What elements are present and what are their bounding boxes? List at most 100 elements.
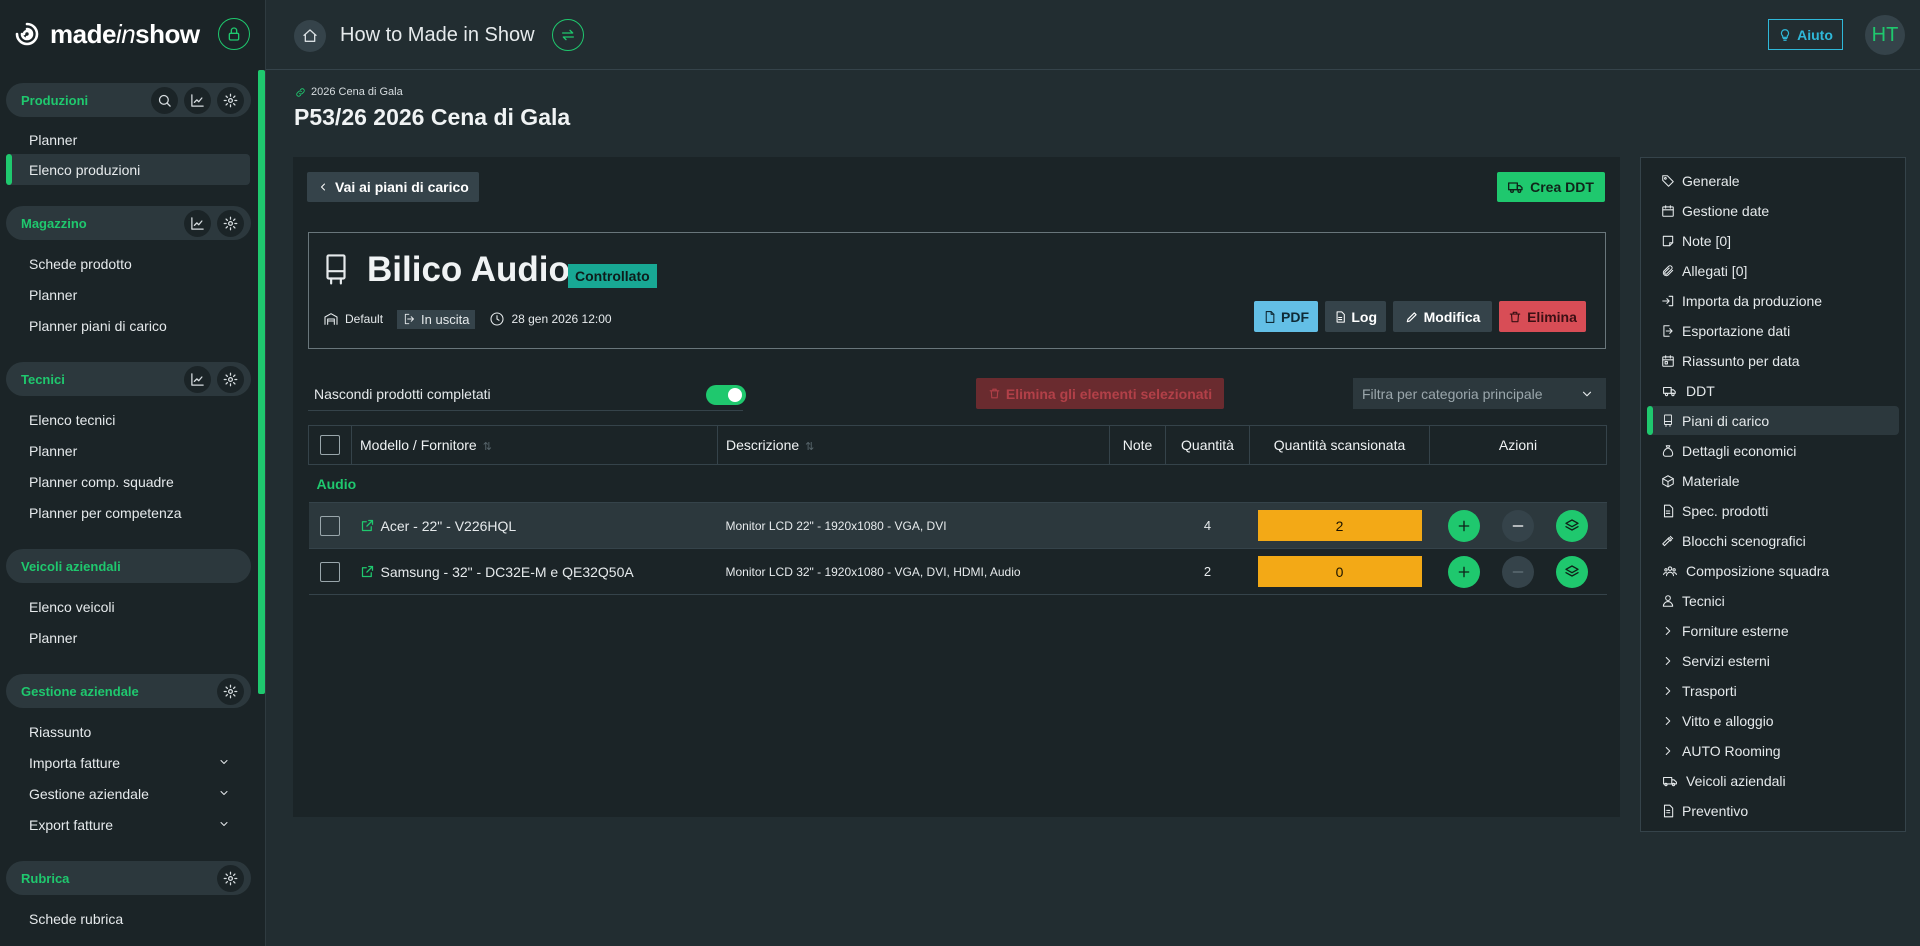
menu-item-forniture-esterne[interactable]: Forniture esterne — [1647, 616, 1899, 645]
menu-item-materiale[interactable]: Materiale — [1647, 466, 1899, 495]
column-header-model[interactable]: Modello / Fornitore ⇅ — [351, 425, 718, 465]
menu-item-ddt[interactable]: DDT — [1647, 376, 1899, 405]
delete-button[interactable]: Elimina — [1499, 301, 1586, 332]
sidebar-item-planner[interactable]: Planner — [6, 124, 250, 155]
category-filter-select[interactable]: Filtra per categoria principale — [1353, 378, 1606, 409]
help-button[interactable]: Aiuto — [1768, 19, 1843, 50]
sidebar-item-elenco-tecnici[interactable]: Elenco tecnici — [6, 404, 250, 435]
back-to-load-plans-button[interactable]: Vai ai piani di carico — [307, 172, 479, 202]
menu-item-allegati[interactable]: Allegati [0] — [1647, 256, 1899, 285]
decrement-button[interactable] — [1502, 555, 1534, 588]
minus-icon — [1512, 524, 1524, 527]
sidebar-item-elenco-produzioni[interactable]: Elenco produzioni — [6, 154, 250, 185]
menu-item-piani-di-carico[interactable]: Piani di carico — [1647, 406, 1899, 435]
section-rubrica[interactable]: Rubrica — [6, 861, 251, 895]
menu-item-vitto-e-alloggio[interactable]: Vitto e alloggio — [1647, 706, 1899, 735]
section-label: Produzioni — [21, 92, 89, 108]
create-ddt-button[interactable]: Crea DDT — [1497, 172, 1605, 202]
search-button[interactable] — [151, 86, 178, 114]
menu-item-composizione-squadra[interactable]: Composizione squadra — [1647, 556, 1899, 585]
switch-workspace-button[interactable] — [552, 19, 584, 51]
menu-item-veicoli-aziendali[interactable]: Veicoli aziendali — [1647, 766, 1899, 795]
product-notes — [1109, 502, 1166, 549]
gear-icon — [223, 684, 238, 698]
box-icon — [1662, 474, 1674, 487]
sidebar-item-export-fatture[interactable]: Export fatture — [6, 809, 250, 840]
home-button[interactable] — [294, 20, 326, 52]
breadcrumb-label: 2026 Cena di Gala — [311, 86, 403, 98]
sidebar-item-gestione-aziendale[interactable]: Gestione aziendale — [6, 778, 250, 809]
menu-item-blocchi-scenografici[interactable]: Blocchi scenografici — [1647, 526, 1899, 555]
settings-button[interactable] — [217, 86, 244, 114]
stats-button[interactable] — [184, 86, 211, 114]
menu-item-esportazione-dati[interactable]: Esportazione dati — [1647, 316, 1899, 345]
sidebar-item-schede-rubrica[interactable]: Schede rubrica — [6, 903, 250, 934]
sidebar-item-riassunto[interactable]: Riassunto — [6, 716, 250, 747]
section-magazzino[interactable]: Magazzino — [6, 206, 251, 240]
product-link[interactable]: Samsung - 32" - DC32E-M e QE32Q50A — [360, 564, 710, 580]
brand-logo[interactable]: madeinshow — [12, 16, 200, 52]
menu-item-spec-prodotti[interactable]: Spec. prodotti — [1647, 496, 1899, 525]
menu-item-preventivo[interactable]: Preventivo — [1647, 796, 1899, 825]
section-gestione-aziendale[interactable]: Gestione aziendale — [6, 674, 251, 708]
sidebar-item-planner-comp-squadre[interactable]: Planner comp. squadre — [6, 466, 250, 497]
edit-button[interactable]: Modifica — [1393, 301, 1492, 332]
menu-item-tecnici[interactable]: Tecnici — [1647, 586, 1899, 615]
section-tecnici[interactable]: Tecnici — [6, 362, 251, 396]
menu-item-trasporti[interactable]: Trasporti — [1647, 676, 1899, 705]
settings-button[interactable] — [217, 209, 244, 237]
menu-item-importa-da-produzione[interactable]: Importa da produzione — [1647, 286, 1899, 315]
sidebar-item-planner-per-competenza[interactable]: Planner per competenza — [6, 497, 250, 528]
header-label: Descrizione — [726, 437, 800, 453]
stats-button[interactable] — [184, 365, 211, 393]
menu-item-auto-rooming[interactable]: AUTO Rooming — [1647, 736, 1899, 765]
section-label: Tecnici — [21, 371, 65, 387]
layers-button[interactable] — [1556, 555, 1588, 588]
sidebar-item-planner[interactable]: Planner — [6, 622, 250, 653]
section-produzioni[interactable]: Produzioni — [6, 83, 251, 117]
menu-item-riassunto-per-data[interactable]: Riassunto per data — [1647, 346, 1899, 375]
stats-button[interactable] — [184, 209, 211, 237]
sidebar-item-planner[interactable]: Planner — [6, 279, 250, 310]
delete-selected-button[interactable]: Elimina gli elementi selezionati — [976, 378, 1224, 409]
menu-item-servizi-esterni[interactable]: Servizi esterni — [1647, 646, 1899, 675]
product-notes — [1109, 548, 1166, 595]
column-header-description[interactable]: Descrizione ⇅ — [717, 425, 1110, 465]
sidebar-item-importa-fatture[interactable]: Importa fatture — [6, 747, 250, 778]
decrement-button[interactable] — [1502, 509, 1534, 542]
lock-button[interactable] — [218, 18, 250, 50]
layers-button[interactable] — [1556, 509, 1588, 542]
row-checkbox[interactable] — [320, 515, 340, 536]
pdf-button[interactable]: PDF — [1254, 301, 1318, 332]
settings-button[interactable] — [217, 677, 244, 705]
settings-button[interactable] — [217, 365, 244, 393]
log-button[interactable]: Log — [1325, 301, 1386, 332]
breadcrumb[interactable]: 2026 Cena di Gala — [295, 86, 403, 98]
sidebar-item-schede-prodotto[interactable]: Schede prodotto — [6, 248, 250, 279]
product-quantity: 4 — [1165, 502, 1250, 549]
sidebar-item-label: Importa fatture — [29, 754, 121, 771]
load-plan-meta: Default In uscita 28 gen 2026 12:00 — [323, 309, 612, 329]
sidebar-item-planner-piani-di-carico[interactable]: Planner piani di carico — [6, 310, 250, 341]
settings-button[interactable] — [217, 864, 244, 892]
menu-item-gestione-date[interactable]: Gestione date — [1647, 196, 1899, 225]
avatar[interactable]: HT — [1865, 15, 1905, 55]
increment-button[interactable] — [1448, 509, 1480, 542]
menu-item-note[interactable]: Note [0] — [1647, 226, 1899, 255]
sidebar-scrollbar[interactable] — [258, 70, 265, 694]
sidebar-item-planner[interactable]: Planner — [6, 435, 250, 466]
menu-item-dettagli-economici[interactable]: Dettagli economici — [1647, 436, 1899, 465]
sort-icon: ⇅ — [482, 441, 492, 453]
menu-item-generale[interactable]: Generale — [1647, 166, 1899, 195]
select-all-checkbox[interactable] — [320, 435, 340, 455]
row-actions — [1438, 555, 1599, 588]
truck-icon — [1663, 386, 1676, 396]
scanned-quantity: 0 — [1257, 556, 1422, 587]
section-veicoli-aziendali[interactable]: Veicoli aziendali — [6, 549, 251, 583]
row-checkbox[interactable] — [320, 561, 340, 582]
hide-completed-toggle[interactable] — [706, 385, 746, 405]
sidebar-item-elenco-veicoli[interactable]: Elenco veicoli — [6, 591, 250, 622]
increment-button[interactable] — [1448, 555, 1480, 588]
product-link[interactable]: Acer - 22" - V226HQL — [360, 518, 710, 534]
page-title: P53/26 2026 Cena di Gala — [294, 104, 571, 130]
